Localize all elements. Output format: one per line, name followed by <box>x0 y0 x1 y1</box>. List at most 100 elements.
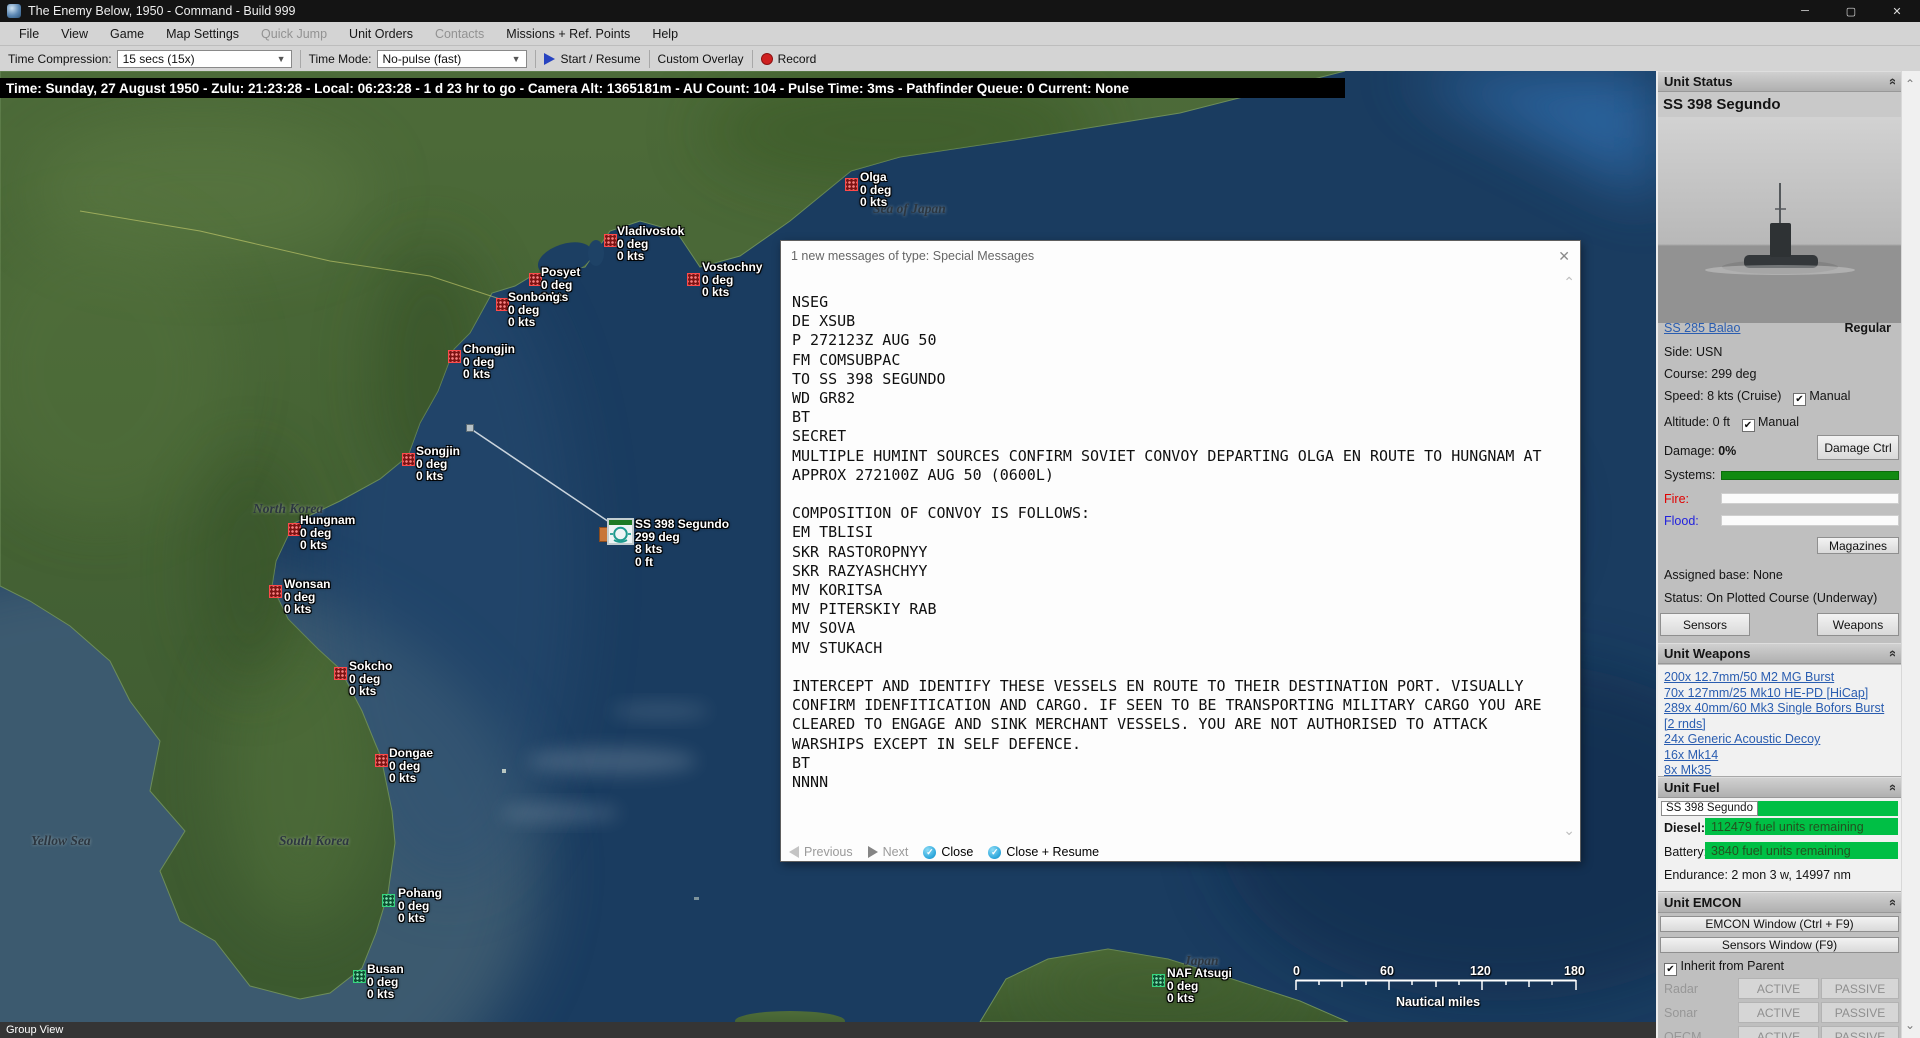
installation-icon-pohang[interactable] <box>382 894 395 907</box>
unit-status-header[interactable]: Unit Status » <box>1658 71 1901 92</box>
sonar-active-button[interactable]: ACTIVE <box>1738 1002 1819 1023</box>
scale-tick-label: 0 <box>1293 964 1300 978</box>
toolbar: Time Compression: 15 secs (15x) ▼ Time M… <box>0 46 1920 71</box>
weapon-link[interactable]: 70x 127mm/25 Mk10 HE-PD [HiCap] <box>1664 686 1895 702</box>
scale-ruler <box>1292 979 1584 991</box>
weapons-list: 200x 12.7mm/50 M2 MG Burst 70x 127mm/25 … <box>1658 665 1901 777</box>
emcon-window-button[interactable]: EMCON Window (Ctrl + F9) <box>1660 916 1899 932</box>
oecm-label: OECM <box>1664 1030 1702 1038</box>
scroll-down-icon[interactable]: ⌄ <box>1563 825 1575 835</box>
installation-icon-olga[interactable] <box>845 178 858 191</box>
magazines-button[interactable]: Magazines <box>1817 537 1899 554</box>
menu-file[interactable]: File <box>8 27 50 41</box>
inherit-parent-row: ✔ Inherit from Parent <box>1664 959 1784 976</box>
installation-icon-songjin[interactable] <box>402 453 415 466</box>
ownship-symbol-box <box>607 518 634 545</box>
installation-icon-wonsan[interactable] <box>269 585 282 598</box>
minimize-icon[interactable]: ─ <box>1782 0 1828 22</box>
sensors-button[interactable]: Sensors <box>1660 613 1750 636</box>
battery-value: 3840 fuel units remaining <box>1705 842 1898 859</box>
toolbar-separator <box>300 50 301 68</box>
collapse-icon[interactable]: » <box>1884 899 1899 906</box>
toolbar-separator <box>752 50 753 68</box>
collapse-icon[interactable]: » <box>1884 78 1899 85</box>
sidebar-scrollbar[interactable]: ⌃ ⌄ <box>1901 71 1920 1038</box>
sensors-window-button[interactable]: Sensors Window (F9) <box>1660 937 1899 953</box>
weapons-button[interactable]: Weapons <box>1817 613 1899 636</box>
menu-view[interactable]: View <box>50 27 99 41</box>
side-label: Side: USN <box>1664 345 1722 359</box>
special-messages-dialog: 1 new messages of type: Special Messages… <box>780 240 1581 862</box>
unit-fuel-header[interactable]: Unit Fuel » <box>1658 777 1901 798</box>
scroll-down-icon[interactable]: ⌄ <box>1905 1018 1915 1032</box>
dialog-title-text: 1 new messages of type: Special Messages <box>791 249 1034 263</box>
menu-missions-ref-points[interactable]: Missions + Ref. Points <box>495 27 641 41</box>
weapon-link[interactable]: 24x Generic Acoustic Decoy <box>1664 732 1895 748</box>
damage-ctrl-button[interactable]: Damage Ctrl <box>1817 435 1899 460</box>
radar-active-button[interactable]: ACTIVE <box>1738 978 1819 999</box>
altitude-manual-checkbox[interactable]: ✔ <box>1742 419 1755 432</box>
damage-value: 0% <box>1718 444 1736 458</box>
menu-map-settings[interactable]: Map Settings <box>155 27 250 41</box>
time-mode-select[interactable]: No-pulse (fast) ▼ <box>377 50 527 68</box>
chevron-down-icon: ▼ <box>500 54 521 64</box>
geo-label-yellow-sea: Yellow Sea <box>31 833 91 849</box>
systems-meter <box>1721 471 1899 480</box>
collapse-icon[interactable]: » <box>1884 784 1899 791</box>
window-controls: ─ ▢ ✕ <box>1782 0 1920 22</box>
geo-label-south-korea: South Korea <box>279 833 349 849</box>
class-link[interactable]: SS 285 Balao <box>1664 321 1740 335</box>
speed-manual-checkbox[interactable]: ✔ <box>1793 393 1806 406</box>
oecm-passive-button[interactable]: PASSIVE <box>1821 1026 1899 1038</box>
scroll-up-icon[interactable]: ⌃ <box>1905 77 1915 91</box>
flood-label: Flood: <box>1664 514 1699 528</box>
next-button[interactable]: Next <box>868 845 909 859</box>
endurance-label: Endurance: 2 mon 3 w, 14997 nm <box>1664 868 1851 882</box>
installation-icon-vostochny[interactable] <box>687 273 700 286</box>
battery-label: Battery: <box>1664 845 1707 859</box>
collapse-icon[interactable]: » <box>1884 650 1899 657</box>
inherit-parent-checkbox[interactable]: ✔ <box>1664 963 1677 976</box>
installation-label: Songjin0 deg0 kts <box>416 445 460 483</box>
sonar-label: Sonar <box>1664 1006 1697 1020</box>
record-button[interactable]: Record <box>761 52 817 66</box>
sonar-passive-button[interactable]: PASSIVE <box>1821 1002 1899 1023</box>
weapon-link[interactable]: 16x Mk14 <box>1664 748 1895 764</box>
menu-help[interactable]: Help <box>641 27 689 41</box>
unit-emcon-header[interactable]: Unit EMCON » <box>1658 892 1901 913</box>
damage-row: Damage: 0% <box>1664 444 1736 458</box>
scroll-up-icon[interactable]: ⌃ <box>1563 277 1575 287</box>
maximize-icon[interactable]: ▢ <box>1828 0 1874 22</box>
close-icon[interactable]: ✕ <box>1558 248 1570 265</box>
menu-quick-jump: Quick Jump <box>250 27 338 41</box>
installation-icon-dongae[interactable] <box>375 754 388 767</box>
check-icon: ✓ <box>923 846 936 859</box>
radar-passive-button[interactable]: PASSIVE <box>1821 978 1899 999</box>
time-compression-select[interactable]: 15 secs (15x) ▼ <box>117 50 292 68</box>
unit-weapons-header[interactable]: Unit Weapons » <box>1658 643 1901 664</box>
installation-icon-chongjin[interactable] <box>448 350 461 363</box>
installation-icon-vladivostok[interactable] <box>604 234 617 247</box>
menu-game[interactable]: Game <box>99 27 155 41</box>
scale-caption: Nautical miles <box>1292 995 1584 1009</box>
weapon-link[interactable]: 289x 40mm/60 Mk3 Single Bofors Burst [2 … <box>1664 701 1895 732</box>
installation-label: Sonbong0 deg0 kts <box>508 291 560 329</box>
installation-icon-naf-atsugi[interactable] <box>1152 974 1165 987</box>
bottom-status-bar: Group View <box>0 1022 1656 1038</box>
custom-overlay-button[interactable]: Custom Overlay <box>658 52 744 66</box>
weapon-link[interactable]: 200x 12.7mm/50 M2 MG Burst <box>1664 670 1895 686</box>
flood-meter <box>1721 515 1899 526</box>
ownship-unit-icon[interactable] <box>599 516 635 548</box>
scale-tick-label: 120 <box>1470 964 1491 978</box>
group-view-label: Group View <box>6 1024 63 1036</box>
installation-icon-busan[interactable] <box>353 970 366 983</box>
close-button[interactable]: ✓ Close <box>923 845 973 859</box>
menu-contacts: Contacts <box>424 27 495 41</box>
start-resume-button[interactable]: Start / Resume <box>544 52 641 66</box>
oecm-active-button[interactable]: ACTIVE <box>1738 1026 1819 1038</box>
close-icon[interactable]: ✕ <box>1874 0 1920 22</box>
installation-icon-sokcho[interactable] <box>334 667 347 680</box>
close-resume-button[interactable]: ✓ Close + Resume <box>988 845 1099 859</box>
menu-unit-orders[interactable]: Unit Orders <box>338 27 424 41</box>
waypoint-marker[interactable] <box>466 424 474 432</box>
